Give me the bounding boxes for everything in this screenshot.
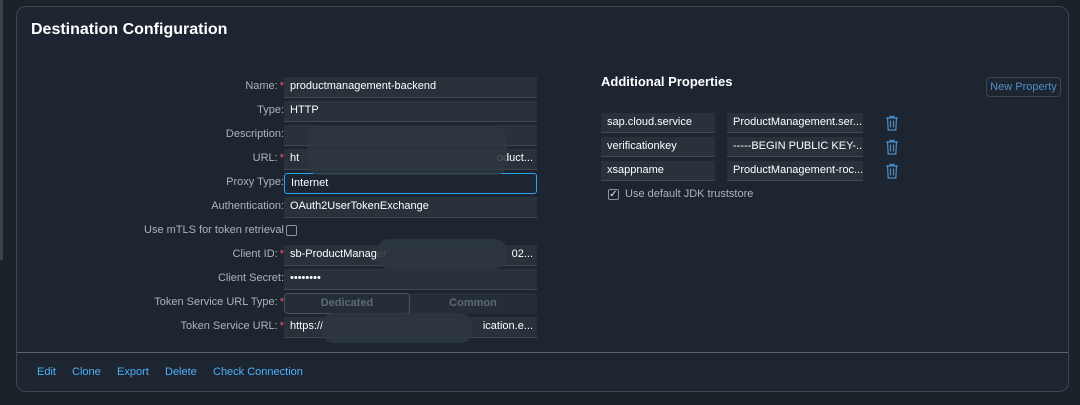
property-key-field[interactable]: xsappname xyxy=(601,161,715,181)
token-service-url-type-segmented: Dedicated Common xyxy=(284,293,537,314)
panel-title: Destination Configuration xyxy=(31,21,228,38)
proxy-type-label: Proxy Type: xyxy=(226,176,284,188)
trash-icon[interactable] xyxy=(885,163,899,179)
checkmark-icon: ✓ xyxy=(609,189,618,200)
property-key-field[interactable]: sap.cloud.service xyxy=(601,113,715,133)
property-value-field[interactable]: -----BEGIN PUBLIC KEY-... xyxy=(727,137,863,157)
url-value: ht xyxy=(290,152,300,164)
description-label: Description: xyxy=(225,128,284,140)
segment-common[interactable]: Common xyxy=(410,293,536,314)
authentication-field[interactable]: OAuth2UserTokenExchange xyxy=(284,197,537,218)
additional-properties-title: Additional Properties xyxy=(601,74,733,89)
redaction-blur xyxy=(307,127,507,175)
new-property-button[interactable]: New Property xyxy=(986,77,1061,97)
type-label: Type: xyxy=(257,104,284,116)
export-button[interactable]: Export xyxy=(117,366,149,378)
token-service-url-value: https:// xyxy=(290,320,324,332)
client-secret-field[interactable]: •••••••• xyxy=(284,269,537,290)
property-row: verificationkey -----BEGIN PUBLIC KEY-..… xyxy=(601,137,931,158)
form-row-client-secret: Client Secret: •••••••• xyxy=(17,269,557,291)
jdk-truststore-label: Use default JDK truststore xyxy=(625,188,754,200)
token-service-url-type-label: Token Service URL Type: * xyxy=(154,296,284,308)
client-id-value: sb-ProductManager xyxy=(290,248,387,260)
token-service-url-value-tail: ication.e... xyxy=(482,320,533,332)
authentication-label: Authentication: xyxy=(211,200,284,212)
property-value-field[interactable]: ProductManagement.ser... xyxy=(727,113,863,133)
form-row-proxy-type: Proxy Type: Internet xyxy=(17,173,557,195)
left-scroll-indicator xyxy=(0,0,3,260)
footer-divider xyxy=(17,352,1068,353)
property-row: xsappname ProductManagement-roc... xyxy=(601,161,931,182)
check-connection-button[interactable]: Check Connection xyxy=(213,366,303,378)
client-id-label: Client ID: * xyxy=(232,248,284,260)
trash-icon[interactable] xyxy=(885,115,899,131)
segment-dedicated[interactable]: Dedicated xyxy=(284,293,410,314)
form-row-type: Type: HTTP xyxy=(17,101,557,123)
form-row-token-service-url: Token Service URL: * https:// ication.e..… xyxy=(17,317,557,339)
name-label: Name: * xyxy=(245,80,284,92)
property-key-field[interactable]: verificationkey xyxy=(601,137,715,157)
token-service-url-label: Token Service URL: * xyxy=(180,320,285,332)
jdk-truststore-checkbox[interactable]: ✓ xyxy=(608,189,619,200)
destination-configuration-panel: Destination Configuration Name: * product… xyxy=(16,6,1069,392)
form-row-token-service-url-type: Token Service URL Type: * Dedicated Commo… xyxy=(17,293,557,315)
delete-button[interactable]: Delete xyxy=(165,366,197,378)
property-value-field[interactable]: ProductManagement-roc... xyxy=(727,161,863,181)
client-secret-label: Client Secret: xyxy=(217,272,284,284)
type-field[interactable]: HTTP xyxy=(284,101,537,122)
clone-button[interactable]: Clone xyxy=(72,366,101,378)
form-row-authentication: Authentication: OAuth2UserTokenExchange xyxy=(17,197,557,219)
mtls-label: Use mTLS for token retrieval xyxy=(144,224,284,236)
client-id-value-tail: 02... xyxy=(511,248,533,260)
mtls-checkbox[interactable] xyxy=(286,225,297,236)
trash-icon[interactable] xyxy=(885,139,899,155)
property-row: sap.cloud.service ProductManagement.ser.… xyxy=(601,113,931,134)
redaction-blur xyxy=(322,313,472,343)
proxy-type-field[interactable]: Internet xyxy=(284,173,537,194)
redaction-blur xyxy=(377,239,507,269)
form-row-name: Name: * productmanagement-backend xyxy=(17,77,557,99)
url-label: URL: * xyxy=(252,152,284,164)
edit-button[interactable]: Edit xyxy=(37,366,56,378)
name-field[interactable]: productmanagement-backend xyxy=(284,77,537,98)
